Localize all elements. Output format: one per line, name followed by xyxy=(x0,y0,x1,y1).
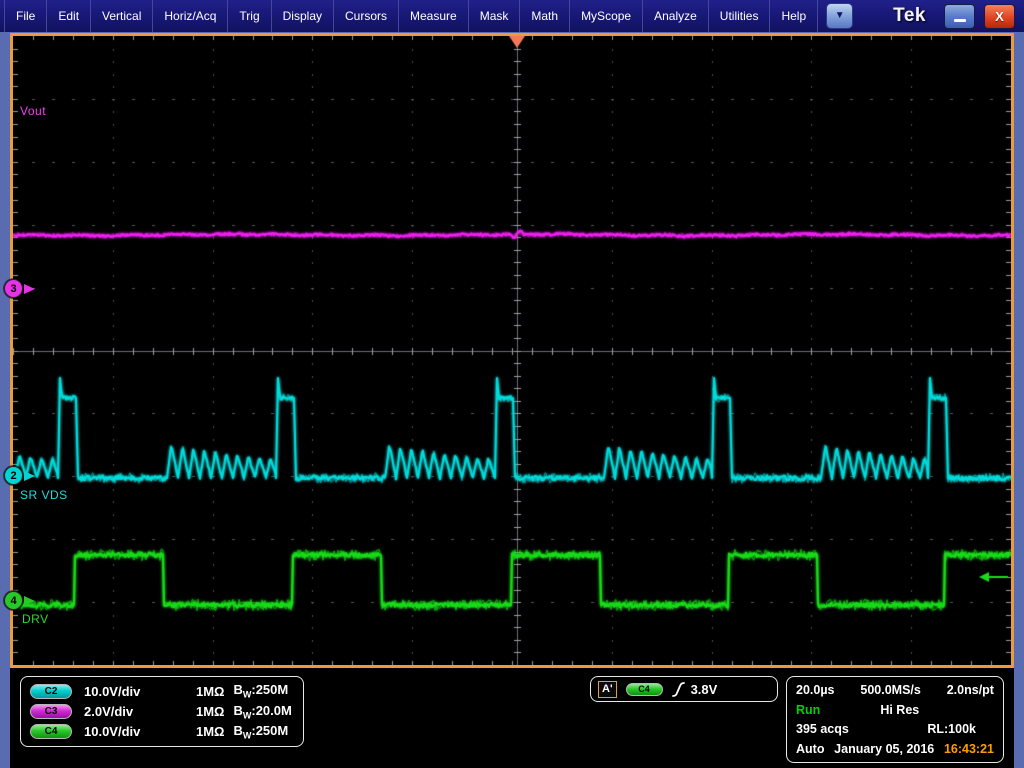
menu-horiz-acq[interactable]: Horiz/Acq xyxy=(153,0,228,32)
menu-display[interactable]: Display xyxy=(272,0,334,32)
channel-row-c4[interactable]: C4 10.0V/div 1MΩ BW:250M xyxy=(30,723,294,741)
readout-area: C2 10.0V/div 1MΩ BW:250M C3 2.0V/div 1MΩ… xyxy=(10,668,1014,768)
channel-4-arrow-icon xyxy=(24,596,35,606)
date-display: January 05, 2016 xyxy=(834,742,934,756)
menu-bar: File Edit Vertical Horiz/Acq Trig Displa… xyxy=(0,0,1024,32)
tek-logo: Tek xyxy=(893,5,926,27)
channel-2-position-marker[interactable]: 2 xyxy=(4,466,23,485)
c4-impedance: 1MΩ xyxy=(196,724,224,739)
close-button[interactable]: X xyxy=(984,4,1015,29)
trace-label-drv: DRV xyxy=(22,612,49,626)
minimize-icon xyxy=(954,19,966,22)
trigger-readout-panel[interactable]: A' C4 3.8V xyxy=(590,676,778,702)
menu-cursors[interactable]: Cursors xyxy=(334,0,399,32)
trace-label-vout: Vout xyxy=(20,104,46,118)
channel-c4-badge[interactable]: C4 xyxy=(30,724,72,739)
channel-row-c3[interactable]: C3 2.0V/div 1MΩ BW:20.0M xyxy=(30,702,294,720)
menu-mask[interactable]: Mask xyxy=(469,0,521,32)
menu-utilities[interactable]: Utilities xyxy=(709,0,771,32)
sample-rate: 500.0MS/s xyxy=(860,683,920,697)
channel-c3-badge[interactable]: C3 xyxy=(30,704,72,719)
trigger-mode: Auto xyxy=(796,742,824,756)
c3-bandwidth: BW:20.0M xyxy=(233,703,291,721)
acquisition-mode: Hi Res xyxy=(880,703,919,717)
menu-help[interactable]: Help xyxy=(770,0,818,32)
graticule-frame xyxy=(10,33,1014,668)
rising-edge-icon xyxy=(672,681,685,698)
channel-c2-badge[interactable]: C2 xyxy=(30,684,72,699)
channel-2-arrow-icon xyxy=(24,471,35,481)
menu-analyze[interactable]: Analyze xyxy=(643,0,709,32)
menu-trig[interactable]: Trig xyxy=(228,0,271,32)
run-status: Run xyxy=(796,703,820,717)
menu-dropdown-button[interactable]: ▼ xyxy=(826,3,853,29)
resolution: 2.0ns/pt xyxy=(947,683,994,697)
chevron-down-icon: ▼ xyxy=(835,11,845,21)
menu-math[interactable]: Math xyxy=(520,0,570,32)
menu-myscope[interactable]: MyScope xyxy=(570,0,643,32)
c3-scale: 2.0V/div xyxy=(84,704,196,719)
c4-bandwidth: BW:250M xyxy=(233,723,288,741)
c2-bandwidth: BW:250M xyxy=(233,682,288,700)
waveform-display xyxy=(13,36,1011,665)
c4-scale: 10.0V/div xyxy=(84,724,196,739)
menu-file[interactable]: File xyxy=(4,0,47,32)
trigger-source-badge[interactable]: C4 xyxy=(626,683,663,696)
minimize-button[interactable] xyxy=(944,4,975,29)
time-display: 16:43:21 xyxy=(944,742,994,756)
menu-measure[interactable]: Measure xyxy=(399,0,469,32)
tekscope-window: File Edit Vertical Horiz/Acq Trig Displa… xyxy=(0,0,1024,768)
c2-scale: 10.0V/div xyxy=(84,684,196,699)
timebase: 20.0µs xyxy=(796,683,834,697)
trace-label-sr-vds: SR VDS xyxy=(20,488,68,502)
channel-4-position-marker[interactable]: 4 xyxy=(4,591,23,610)
trigger-level: 3.8V xyxy=(691,682,718,697)
acquisition-readout-panel[interactable]: 20.0µs 500.0MS/s 2.0ns/pt Run Hi Res 395… xyxy=(786,676,1004,763)
record-length: RL:100k xyxy=(927,722,976,736)
channel-3-position-marker[interactable]: 3 xyxy=(4,279,23,298)
menu-vertical[interactable]: Vertical xyxy=(91,0,153,32)
close-icon: X xyxy=(995,9,1004,24)
c2-impedance: 1MΩ xyxy=(196,684,224,699)
c3-impedance: 1MΩ xyxy=(196,704,224,719)
trigger-a-badge[interactable]: A' xyxy=(598,681,617,698)
menu-edit[interactable]: Edit xyxy=(47,0,91,32)
channel-readout-panel[interactable]: C2 10.0V/div 1MΩ BW:250M C3 2.0V/div 1MΩ… xyxy=(20,676,304,747)
channel-3-arrow-icon xyxy=(24,284,35,294)
acquisition-count: 395 acqs xyxy=(796,722,849,736)
channel-row-c2[interactable]: C2 10.0V/div 1MΩ BW:250M xyxy=(30,682,294,700)
